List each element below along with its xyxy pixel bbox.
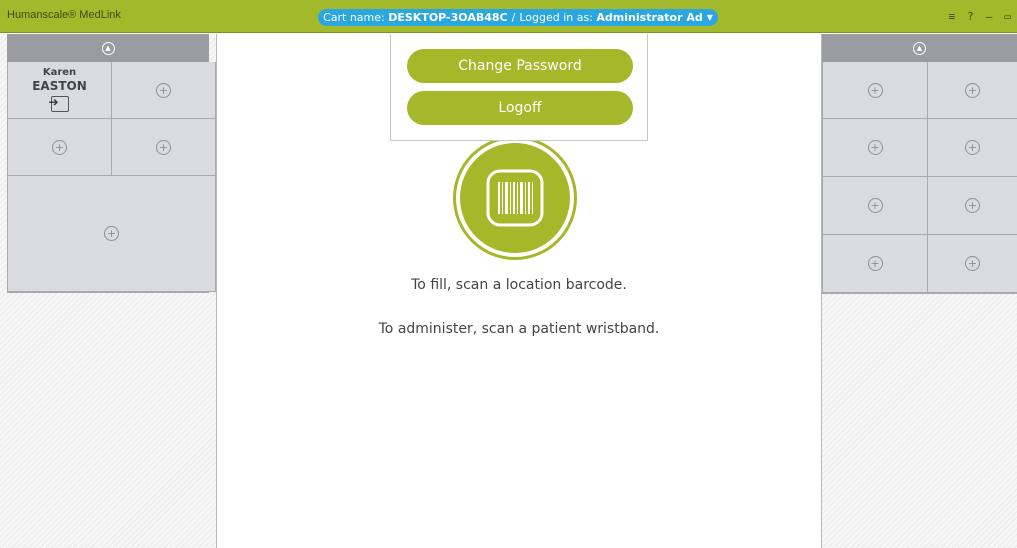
window-controls: ≡ ? – ▭ xyxy=(949,10,1012,23)
change-password-button[interactable]: Change Password xyxy=(407,49,633,83)
logged-in-label: Logged in as: xyxy=(519,11,593,24)
app-title: Humanscale® MedLink xyxy=(7,9,121,21)
add-icon: + xyxy=(52,139,67,155)
cart-name: DESKTOP-3OAB48C xyxy=(388,11,508,24)
add-icon: + xyxy=(965,198,980,213)
left-drawer-panel: ▲ Karen EASTON + + + + xyxy=(0,34,217,548)
logoff-button[interactable]: Logoff xyxy=(407,91,633,125)
drawer-slot[interactable]: + xyxy=(8,119,112,176)
drawer-slot[interactable]: + xyxy=(112,62,216,119)
minimize-icon[interactable]: – xyxy=(986,10,993,23)
drawer-slot-patient[interactable]: Karen EASTON xyxy=(8,62,112,119)
drawer-slot-large[interactable]: + xyxy=(8,176,216,292)
add-icon: + xyxy=(867,82,883,98)
add-icon: + xyxy=(965,256,980,271)
cart-label: Cart name: xyxy=(323,11,385,24)
drawer-slot[interactable]: + xyxy=(823,235,928,293)
login-icon[interactable] xyxy=(49,95,69,112)
chevron-down-icon: ▼ xyxy=(706,13,713,22)
add-icon: + xyxy=(104,226,119,241)
left-drawer-grid: Karen EASTON + + + + xyxy=(7,62,216,293)
left-panel-header: ▲ xyxy=(7,34,209,62)
right-drawer-grid: + + + + + + + + xyxy=(822,62,1017,294)
restore-icon[interactable]: ▭ xyxy=(1004,10,1011,23)
add-icon: + xyxy=(156,139,171,155)
right-drawer-panel: ▲ + + + + + + + + xyxy=(821,34,1017,548)
title-bar: Humanscale® MedLink Cart name: DESKTOP-3… xyxy=(0,0,1017,33)
drawer-slot[interactable]: + xyxy=(823,177,928,235)
eject-icon[interactable]: ▲ xyxy=(913,41,926,55)
user-name: Administrator Ad xyxy=(596,11,703,24)
drawer-slot[interactable]: + xyxy=(823,62,928,119)
drawer-slot[interactable]: + xyxy=(928,119,1017,177)
eject-icon[interactable]: ▲ xyxy=(101,41,115,55)
fill-instruction: To fill, scan a location barcode. xyxy=(411,277,627,293)
drawer-slot[interactable]: + xyxy=(112,119,216,176)
right-panel-header: ▲ xyxy=(822,34,1017,62)
drawer-slot[interactable]: + xyxy=(928,177,1017,235)
administer-instruction: To administer, scan a patient wristband. xyxy=(378,321,660,337)
drawer-slot[interactable]: + xyxy=(928,62,1017,119)
add-icon: + xyxy=(867,140,883,155)
user-menu-pill[interactable]: Cart name: DESKTOP-3OAB48C / Logged in a… xyxy=(318,9,718,26)
add-icon: + xyxy=(867,256,883,271)
barcode-icon xyxy=(460,143,570,253)
drawer-slot[interactable]: + xyxy=(928,235,1017,293)
user-dropdown-menu: Change Password Logoff xyxy=(390,34,648,141)
help-icon[interactable]: ? xyxy=(967,10,974,23)
drawer-slot[interactable]: + xyxy=(823,119,928,177)
patient-first-name: Karen xyxy=(42,67,77,78)
add-icon: + xyxy=(156,82,171,98)
add-icon: + xyxy=(965,140,980,155)
patient-last-name: EASTON xyxy=(32,79,87,93)
add-icon: + xyxy=(867,198,883,213)
menu-icon[interactable]: ≡ xyxy=(949,10,956,23)
barcode-scanner-graphic xyxy=(453,136,577,260)
separator: / xyxy=(511,11,516,24)
add-icon: + xyxy=(965,82,980,98)
